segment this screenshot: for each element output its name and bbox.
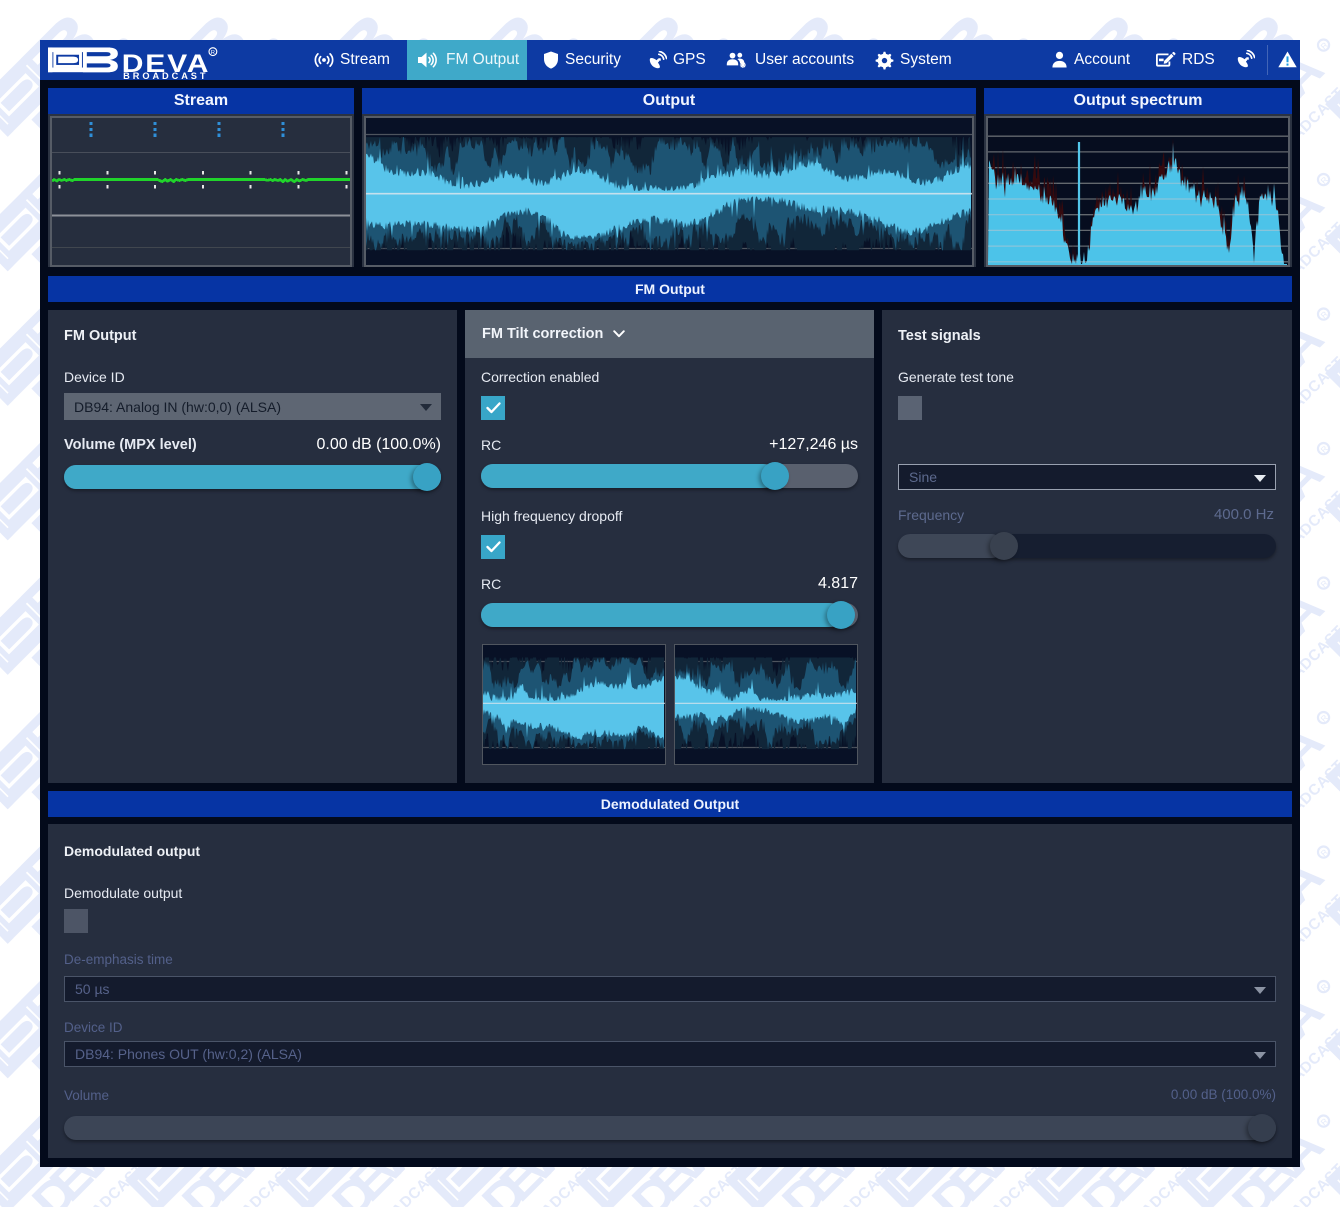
svg-text:R: R [211, 50, 215, 56]
svg-text:BROADCAST: BROADCAST [123, 71, 208, 80]
